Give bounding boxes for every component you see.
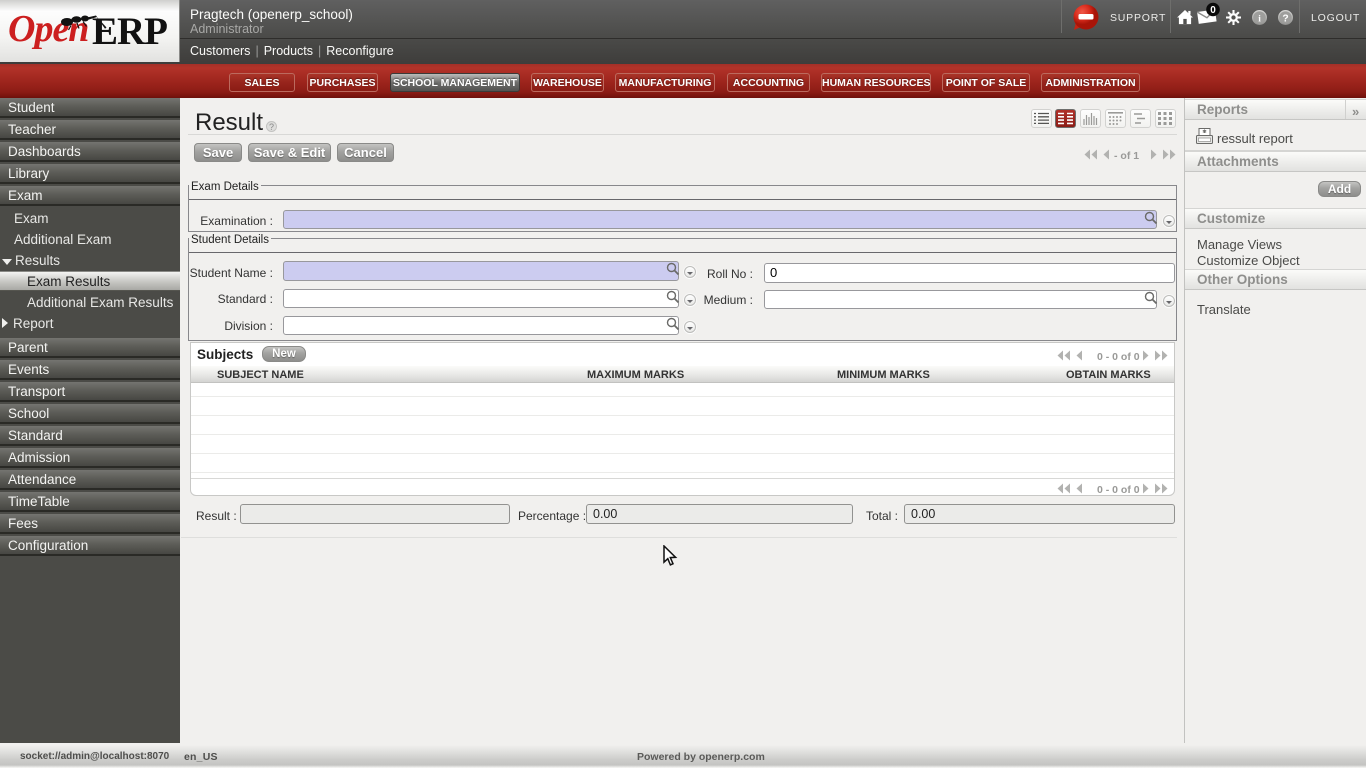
svg-text:0: 0 bbox=[1210, 5, 1216, 16]
svg-text:?: ? bbox=[1282, 13, 1288, 24]
svg-text:i: i bbox=[1258, 14, 1261, 24]
